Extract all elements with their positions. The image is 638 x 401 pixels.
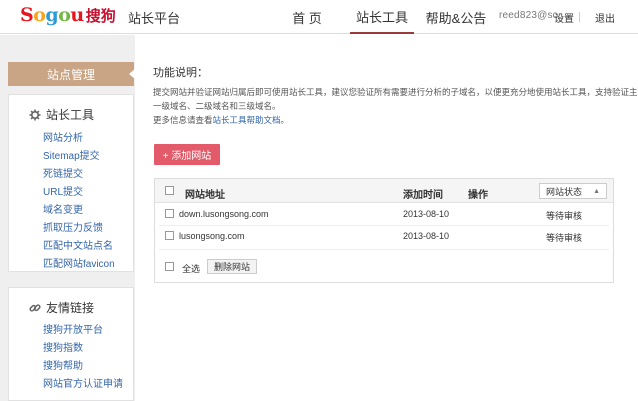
nav-help-announcements[interactable]: 帮助&公告 <box>420 0 492 34</box>
description-line-3: 更多信息请查看站长工具帮助文档。 <box>153 114 289 126</box>
status-filter-select[interactable]: 网站状态 ▲ <box>539 183 607 199</box>
header-divider <box>579 12 580 22</box>
webmaster-tools-panel: 站长工具 网站分析 Sitemap提交 死链提交 URL提交 域名变更 抓取压力… <box>8 94 134 272</box>
delete-site-button[interactable]: 删除网站 <box>207 259 257 274</box>
sidebar-item-sogou-index[interactable]: 搜狗指数 <box>43 339 83 354</box>
nav-home[interactable]: 首 页 <box>284 0 330 34</box>
row-checkbox[interactable] <box>165 231 174 240</box>
sogou-logo[interactable]: Sogou 搜狗 <box>20 4 116 28</box>
row-divider <box>159 225 609 226</box>
logout-link[interactable]: 退出 <box>595 10 615 25</box>
row-time: 2013-08-10 <box>403 209 450 219</box>
sidebar-item-site-analysis[interactable]: 网站分析 <box>43 129 83 144</box>
function-description-title: 功能说明： <box>153 67 208 79</box>
sidebar-item-site-management[interactable]: 站点管理 <box>8 62 135 86</box>
col-add-time: 添加时间 <box>403 190 443 201</box>
description-line-1: 提交网站并验证网站归属后即可使用站长工具，建议您验证所有需要进行分析的子域名，以… <box>153 87 638 97</box>
friend-links-heading: 友情链接 <box>29 299 94 316</box>
row-site[interactable]: lusongsong.com <box>179 231 245 241</box>
description-suffix: 。 <box>280 115 290 125</box>
logo-letter: g <box>45 4 59 26</box>
select-all-label[interactable]: 全选 <box>182 262 200 275</box>
row-status: 等待审核 <box>546 211 583 221</box>
top-header: Sogou 搜狗 站长平台 首 页 站长工具 帮助&公告 reed823@so.… <box>0 0 638 34</box>
select-all-checkbox[interactable] <box>165 262 174 271</box>
friend-links-heading-label: 友情链接 <box>46 301 95 315</box>
logo-chinese: 搜狗 <box>85 8 116 25</box>
tools-heading: 站长工具 <box>29 106 94 123</box>
link-icon <box>29 302 41 314</box>
add-site-button[interactable]: + 添加网站 <box>154 144 220 165</box>
header-checkbox[interactable] <box>165 186 174 195</box>
sidebar-item-official-cert[interactable]: 网站官方认证申请 <box>43 375 123 390</box>
sidebar-item-match-favicon[interactable]: 匹配网站favicon <box>43 255 115 270</box>
sidebar-item-url-submit[interactable]: URL提交 <box>43 183 83 198</box>
row-status: 等待审核 <box>546 233 583 243</box>
sidebar-item-match-cn-name[interactable]: 匹配中文站点名 <box>43 237 113 252</box>
row-site[interactable]: down.lusongsong.com <box>179 209 269 219</box>
sidebar-item-crawl-pressure[interactable]: 抓取压力反馈 <box>43 219 103 234</box>
sidebar-item-sogou-open-platform[interactable]: 搜狗开放平台 <box>43 321 103 336</box>
friend-links-panel: 友情链接 搜狗开放平台 搜狗指数 搜狗帮助 网站官方认证申请 <box>8 287 134 401</box>
status-filter-label: 网站状态 <box>546 186 583 197</box>
col-action: 操作 <box>468 190 488 201</box>
logo-letter: o <box>58 4 71 26</box>
tools-heading-label: 站长工具 <box>46 108 95 122</box>
left-sidebar: 站点管理 站长工具 网站分析 Sitemap提交 死链提交 URL提交 域名变更… <box>0 35 135 401</box>
settings-link[interactable]: 设置 <box>554 10 574 25</box>
sidebar-item-sitemap-submit[interactable]: Sitemap提交 <box>43 147 100 162</box>
logo-letters: Sogou <box>20 4 84 26</box>
logo-letter: u <box>70 4 84 26</box>
row-checkbox[interactable] <box>165 209 174 218</box>
site-table: 网站地址 添加时间 操作 网站状态 ▲ down.lusongsong.com … <box>154 178 614 283</box>
sidebar-item-deadlink-submit[interactable]: 死链提交 <box>43 165 83 180</box>
caret-up-icon: ▲ <box>593 188 600 195</box>
description-line-2: 一级域名、二级域名和三级域名。 <box>153 101 281 111</box>
row-divider <box>159 249 609 250</box>
nav-webmaster-tools[interactable]: 站长工具 <box>350 0 414 34</box>
logo-letter: S <box>20 4 34 26</box>
table-header: 网站地址 添加时间 操作 网站状态 ▲ <box>155 179 613 203</box>
sidebar-item-domain-change[interactable]: 域名变更 <box>43 201 83 216</box>
help-doc-link[interactable]: 站长工具帮助文档 <box>213 115 281 125</box>
logo-letter: o <box>33 4 46 26</box>
sidebar-item-sogou-help[interactable]: 搜狗帮助 <box>43 357 83 372</box>
platform-subtitle: 站长平台 <box>128 11 181 26</box>
gear-icon <box>29 109 41 121</box>
row-time: 2013-08-10 <box>403 231 450 241</box>
col-site-address: 网站地址 <box>185 190 225 201</box>
description-prefix: 更多信息请查看 <box>153 115 213 125</box>
